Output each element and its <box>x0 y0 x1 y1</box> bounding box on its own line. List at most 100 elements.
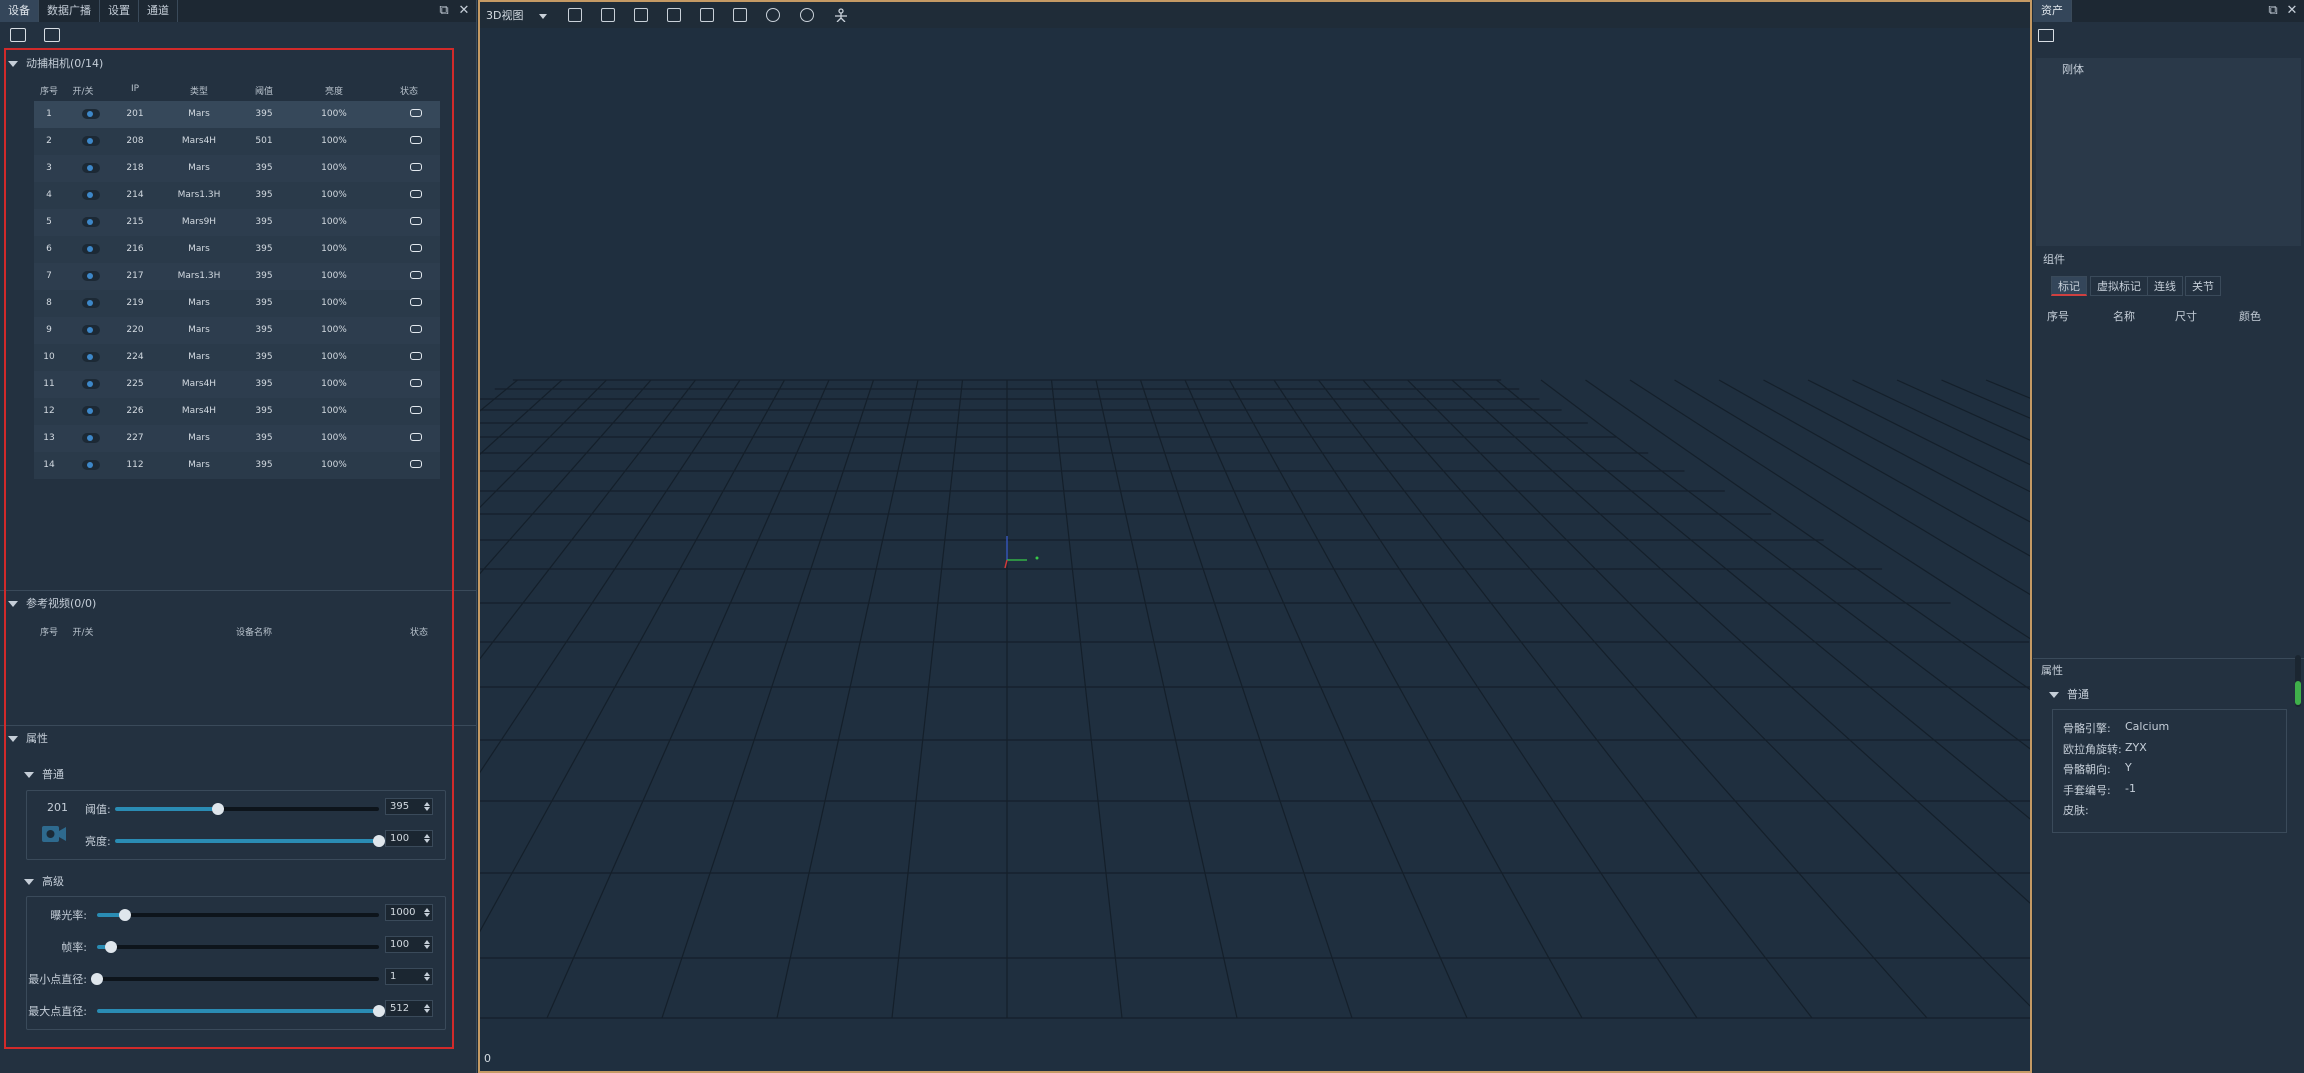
slider-knob[interactable] <box>119 909 132 921</box>
advanced-param-spinbox[interactable]: 1 <box>385 968 433 985</box>
general-group-header[interactable]: 普通 <box>24 766 64 782</box>
table-row[interactable]: 10 224 Mars 395 100% <box>34 344 440 371</box>
table-row[interactable]: 6 216 Mars 395 100% <box>34 236 440 263</box>
spin-up-icon[interactable] <box>424 834 430 838</box>
section-divider <box>2033 658 2304 659</box>
toggle-switch[interactable] <box>82 244 100 254</box>
tab-links[interactable]: 连线 <box>2147 276 2183 296</box>
tab-assets[interactable]: 资产 <box>2033 0 2072 22</box>
table-row[interactable]: 13 227 Mars 395 100% <box>34 425 440 452</box>
table-row[interactable]: 3 218 Mars 395 100% <box>34 155 440 182</box>
brightness-label: 亮度: <box>85 835 111 848</box>
spin-down-icon[interactable] <box>424 945 430 949</box>
tab-joints[interactable]: 关节 <box>2185 276 2221 296</box>
camera-type: Mars <box>188 460 210 470</box>
camera-device-icon[interactable] <box>10 28 26 42</box>
spin-up-icon[interactable] <box>424 972 430 976</box>
brightness-slider-knob[interactable] <box>373 835 385 847</box>
refresh-icon[interactable] <box>766 8 780 22</box>
video-device-icon[interactable] <box>44 28 60 42</box>
advanced-param-spinbox[interactable]: 512 <box>385 1000 433 1017</box>
mocap-section-header[interactable]: 动捕相机(0/14) <box>8 55 103 71</box>
advanced-param-slider[interactable] <box>97 941 379 953</box>
table-row[interactable]: 11 225 Mars4H 395 100% <box>34 371 440 398</box>
brightness-slider[interactable] <box>115 835 385 847</box>
info-icon[interactable] <box>800 8 814 22</box>
back-view-icon[interactable] <box>634 8 648 22</box>
toggle-switch[interactable] <box>82 406 100 416</box>
props-title: 属性 <box>26 732 48 745</box>
toggle-switch[interactable] <box>82 379 100 389</box>
toggle-switch[interactable] <box>82 352 100 362</box>
float-window-icon[interactable]: ⧉ <box>2266 4 2280 18</box>
tab-channels[interactable]: 通道 <box>139 0 178 22</box>
table-row[interactable]: 5 215 Mars9H 395 100% <box>34 209 440 236</box>
threshold-slider-knob[interactable] <box>211 803 224 815</box>
threshold-spinbox[interactable]: 395 <box>385 798 433 815</box>
props-section-header[interactable]: 属性 <box>8 730 48 746</box>
tab-devices[interactable]: 设备 <box>0 0 39 22</box>
advanced-param-slider[interactable] <box>97 1005 385 1017</box>
advanced-param-spinbox[interactable]: 100 <box>385 936 433 953</box>
table-row[interactable]: 7 217 Mars1.3H 395 100% <box>34 263 440 290</box>
tab-data-broadcast[interactable]: 数据广播 <box>39 0 100 22</box>
toggle-switch[interactable] <box>82 109 100 119</box>
table-row[interactable]: 14 112 Mars 395 100% <box>34 452 440 479</box>
toggle-switch[interactable] <box>82 298 100 308</box>
toggle-switch[interactable] <box>82 271 100 281</box>
tab-settings[interactable]: 设置 <box>100 0 139 22</box>
toggle-switch[interactable] <box>82 136 100 146</box>
table-row[interactable]: 12 226 Mars4H 395 100% <box>34 398 440 425</box>
front-view-icon[interactable] <box>601 8 615 22</box>
advanced-param-slider[interactable] <box>91 973 379 985</box>
ref-video-section-header[interactable]: 参考视频(0/0) <box>8 595 96 611</box>
table-row[interactable]: 4 214 Mars1.3H 395 100% <box>34 182 440 209</box>
spin-down-icon[interactable] <box>424 977 430 981</box>
spin-down-icon[interactable] <box>424 1009 430 1013</box>
spin-down-icon[interactable] <box>424 913 430 917</box>
toggle-switch[interactable] <box>82 433 100 443</box>
float-window-icon[interactable]: ⧉ <box>437 4 451 18</box>
spin-up-icon[interactable] <box>424 802 430 806</box>
tab-virtual-markers[interactable]: 虚拟标记 <box>2090 276 2148 296</box>
advanced-param-slider[interactable] <box>97 909 379 921</box>
spin-up-icon[interactable] <box>424 940 430 944</box>
tab-markers[interactable]: 标记 <box>2051 276 2087 296</box>
table-row[interactable]: 8 219 Mars 395 100% <box>34 290 440 317</box>
col-color: 颜色 <box>2239 310 2261 323</box>
advanced-param-spinbox[interactable]: 1000 <box>385 904 433 921</box>
scrollbar-thumb[interactable] <box>2295 681 2301 705</box>
top-view-icon[interactable] <box>667 8 681 22</box>
spin-up-icon[interactable] <box>424 908 430 912</box>
view-mode-select[interactable]: 3D视图 <box>486 7 547 23</box>
advanced-group-header[interactable]: 高级 <box>24 873 64 889</box>
prop-value: -1 <box>2125 781 2136 795</box>
left-view-icon[interactable] <box>700 8 714 22</box>
toggle-switch[interactable] <box>82 190 100 200</box>
close-icon[interactable]: ✕ <box>2285 4 2299 18</box>
close-icon[interactable]: ✕ <box>457 4 471 18</box>
brightness-spinbox[interactable]: 100 <box>385 830 433 847</box>
slider-knob[interactable] <box>91 973 103 985</box>
toggle-switch[interactable] <box>82 325 100 335</box>
open-folder-icon[interactable] <box>2038 29 2054 42</box>
toggle-switch[interactable] <box>82 217 100 227</box>
scrollbar[interactable] <box>2295 655 2301 707</box>
slider-knob[interactable] <box>373 1005 385 1017</box>
prop-key: 手套编号: <box>2063 783 2111 797</box>
viewport-3d[interactable]: 3D视图 0 <box>478 0 2032 1073</box>
skeleton-icon[interactable] <box>834 8 848 23</box>
toggle-switch[interactable] <box>82 163 100 173</box>
table-row[interactable]: 1 201 Mars 395 100% <box>34 101 440 128</box>
slider-knob[interactable] <box>105 941 118 953</box>
toggle-switch[interactable] <box>82 460 100 470</box>
general-group-header[interactable]: 普通 <box>2049 686 2089 702</box>
spin-down-icon[interactable] <box>424 839 430 843</box>
table-row[interactable]: 2 208 Mars4H 501 100% <box>34 128 440 155</box>
threshold-slider[interactable] <box>115 803 379 815</box>
spin-up-icon[interactable] <box>424 1004 430 1008</box>
spin-down-icon[interactable] <box>424 807 430 811</box>
right-view-icon[interactable] <box>733 8 747 22</box>
table-row[interactable]: 9 220 Mars 395 100% <box>34 317 440 344</box>
perspective-view-icon[interactable] <box>568 8 582 22</box>
